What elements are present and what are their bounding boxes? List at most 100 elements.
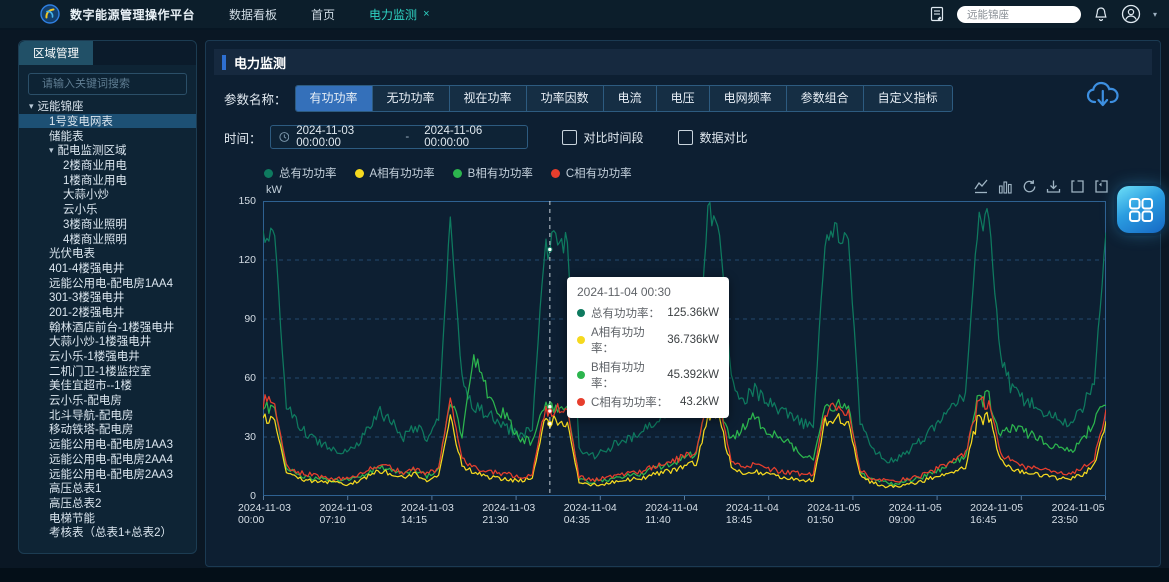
nav-item-dashboard[interactable]: 数据看板	[229, 6, 277, 23]
tree-item[interactable]: 高压总表2	[19, 496, 196, 511]
undo-zoom-icon[interactable]	[1094, 179, 1109, 194]
tree-item[interactable]: 云小乐-配电房	[19, 393, 196, 408]
tree-item[interactable]: 401-4楼强电井	[19, 261, 196, 276]
tree-item[interactable]: 大蒜小炒-1楼强电井	[19, 334, 196, 349]
tree-item[interactable]: 远能公用电-配电房1AA3	[19, 437, 196, 452]
tree-item[interactable]: 北斗导航-配电房	[19, 407, 196, 422]
time-start-value: 2024-11-03 00:00:00	[296, 125, 390, 149]
zoom-select-icon[interactable]	[1070, 179, 1085, 194]
x-tick-label: 2024-11-05 01:50	[807, 502, 888, 526]
tree-item-label: 高压总表1	[49, 480, 101, 496]
tree-item-label: 远能公用电-配电房1AA3	[49, 436, 173, 452]
tree-item-label: 高压总表2	[49, 495, 101, 511]
close-tab-icon[interactable]: ×	[423, 8, 429, 20]
legend-item[interactable]: B相有功功率	[453, 165, 533, 181]
tree-item[interactable]: 1号变电网表	[19, 114, 196, 129]
bar-chart-icon[interactable]	[998, 179, 1013, 194]
legend-item[interactable]: C相有功功率	[551, 165, 632, 181]
save-image-icon[interactable]	[1046, 179, 1061, 194]
tree-item[interactable]: 移动铁塔-配电房	[19, 422, 196, 437]
tree-item[interactable]: 301-3楼强电井	[19, 290, 196, 305]
param-button[interactable]: 参数组合	[787, 86, 864, 111]
tooltip-dot-icon	[577, 371, 585, 379]
param-button[interactable]: 有功功率	[296, 86, 373, 111]
time-row: 时间： 2024-11-03 00:00:00 - 2024-11-06 00:…	[224, 125, 748, 149]
tree-item-label: 云小乐	[63, 201, 98, 217]
param-button[interactable]: 无功功率	[373, 86, 450, 111]
cloud-download-icon[interactable]	[1084, 77, 1122, 111]
restore-icon[interactable]	[1022, 179, 1037, 194]
tree-item[interactable]: 二机门卫-1楼监控室	[19, 363, 196, 378]
tree-item-label: 1楼商业用电	[63, 172, 127, 188]
tree-item[interactable]: 考核表（总表1+总表2）	[19, 525, 196, 540]
checkbox-icon[interactable]	[678, 130, 693, 145]
tree-item[interactable]: ▾配电监测区域	[19, 143, 196, 158]
tree-item[interactable]: ▾远能锦座	[19, 99, 196, 114]
legend-label: A相有功功率	[370, 165, 435, 181]
tree-item-label: 云小乐-配电房	[49, 392, 122, 408]
legend-dot-icon	[551, 169, 560, 178]
app-grid-icon	[1128, 197, 1154, 223]
compare-data-checkbox[interactable]: 数据对比	[678, 129, 748, 146]
tree-item[interactable]: 大蒜小炒	[19, 187, 196, 202]
tree-item[interactable]: 远能公用电-配电房1AA4	[19, 275, 196, 290]
legend-item[interactable]: A相有功功率	[355, 165, 435, 181]
parameter-label: 参数名称：	[224, 89, 287, 108]
tree-item[interactable]: 储能表	[19, 128, 196, 143]
tree-item[interactable]: 远能公用电-配电房2AA4	[19, 452, 196, 467]
tree-item[interactable]: 光伏电表	[19, 246, 196, 261]
org-selector[interactable]: 远能锦座	[957, 6, 1081, 23]
tab-region-management[interactable]: 区域管理	[19, 41, 93, 65]
tree-item[interactable]: 2楼商业用电	[19, 158, 196, 173]
tree-item[interactable]: 云小乐	[19, 202, 196, 217]
bell-icon[interactable]	[1093, 6, 1109, 23]
tree-item[interactable]: 4楼商业照明	[19, 231, 196, 246]
tree-item-label: 光伏电表	[49, 245, 95, 261]
tree-item[interactable]: 云小乐-1楼强电井	[19, 349, 196, 364]
bottom-strip	[0, 568, 1169, 582]
param-button[interactable]: 自定义指标	[864, 86, 952, 111]
sidebar-search[interactable]	[28, 73, 187, 95]
x-tick-label: 2024-11-03 21:30	[482, 502, 563, 526]
param-button[interactable]: 视在功率	[450, 86, 527, 111]
param-button[interactable]: 电压	[657, 86, 710, 111]
search-input[interactable]	[40, 77, 186, 91]
quick-menu-button[interactable]	[1117, 186, 1165, 233]
tree-item-label: 翰林酒店前台-1楼强电井	[49, 319, 174, 335]
compare-data-label: 数据对比	[700, 129, 748, 146]
report-icon[interactable]	[929, 6, 945, 22]
avatar-icon[interactable]	[1121, 4, 1141, 24]
main-panel: 电力监测 参数名称： 有功功率无功功率视在功率功率因数电流电压电网频率参数组合自…	[205, 40, 1161, 567]
time-end-value: 2024-11-06 00:00:00	[424, 125, 518, 149]
page-header: 电力监测	[214, 49, 1152, 75]
tree-item[interactable]: 3楼商业照明	[19, 217, 196, 232]
tooltip-dot-icon	[577, 398, 585, 406]
chevron-down-icon[interactable]: ▾	[1153, 10, 1157, 19]
param-button[interactable]: 功率因数	[527, 86, 604, 111]
tooltip-series-name: C相有功功率：	[591, 394, 668, 410]
nav-item-home[interactable]: 首页	[311, 6, 335, 23]
tree-item[interactable]: 201-2楼强电井	[19, 305, 196, 320]
tree-item[interactable]: 电梯节能	[19, 510, 196, 525]
tree-item[interactable]: 翰林酒店前台-1楼强电井	[19, 319, 196, 334]
time-separator: -	[405, 131, 409, 143]
tree-item[interactable]: 远能公用电-配电房2AA3	[19, 466, 196, 481]
tree-item[interactable]: 美佳宜超市--1楼	[19, 378, 196, 393]
caret-down-icon[interactable]: ▾	[49, 146, 54, 155]
param-button[interactable]: 电流	[604, 86, 657, 111]
tooltip-row: A相有功功率：36.736kW	[577, 324, 719, 356]
param-button[interactable]: 电网频率	[710, 86, 787, 111]
legend-item[interactable]: 总有功功率	[264, 165, 337, 181]
legend-dot-icon	[264, 169, 273, 178]
x-tick-label: 2024-11-05 23:50	[1052, 502, 1133, 526]
tree-item[interactable]: 1楼商业用电	[19, 172, 196, 187]
tooltip-series-name: A相有功功率：	[591, 324, 661, 356]
chart-legend: 总有功功率 A相有功功率 B相有功功率 C相有功功率	[264, 165, 632, 181]
compare-timerange-checkbox[interactable]: 对比时间段	[562, 129, 644, 146]
line-chart-icon[interactable]	[974, 179, 989, 194]
tab-power-monitoring[interactable]: 电力监测 ×	[369, 6, 429, 23]
checkbox-icon[interactable]	[562, 130, 577, 145]
time-range-input[interactable]: 2024-11-03 00:00:00 - 2024-11-06 00:00:0…	[270, 125, 528, 149]
caret-down-icon[interactable]: ▾	[29, 102, 34, 111]
tree-item[interactable]: 高压总表1	[19, 481, 196, 496]
